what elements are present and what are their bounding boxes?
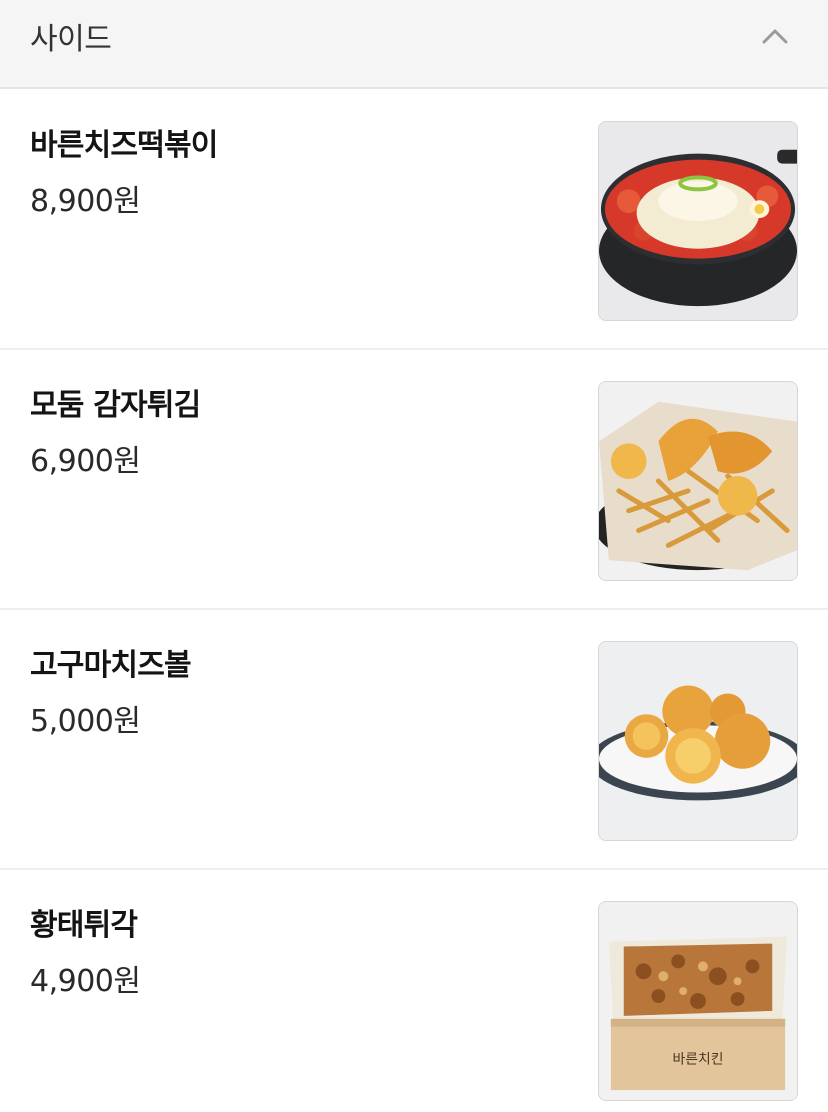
- section-title: 사이드: [30, 22, 112, 57]
- item-image[interactable]: [598, 121, 798, 321]
- cheese-tteokbokki-photo-icon: [599, 122, 797, 320]
- item-name: 황태튀각: [30, 908, 138, 943]
- item-image[interactable]: [598, 641, 798, 841]
- chevron-up-icon[interactable]: [762, 28, 788, 44]
- menu-item-sweet-potato-cheese-ball[interactable]: 고구마치즈볼 5,000원: [0, 610, 828, 870]
- item-image[interactable]: 바른치킨: [598, 901, 798, 1101]
- item-name: 고구마치즈볼: [30, 648, 192, 683]
- item-name: 바른치즈떡볶이: [30, 128, 218, 163]
- menu-item-cheese-tteokbokki[interactable]: 바른치즈떡볶이 8,900원: [0, 90, 828, 350]
- menu-item-assorted-fries[interactable]: 모둠 감자튀김 6,900원: [0, 350, 828, 610]
- box-label: 바른치킨: [672, 1051, 723, 1067]
- item-price: 6,900원: [30, 444, 141, 479]
- assorted-fries-photo-icon: [599, 382, 797, 580]
- section-header[interactable]: 사이드: [0, 0, 828, 89]
- sweet-potato-cheese-ball-photo-icon: [599, 642, 797, 840]
- item-price: 5,000원: [30, 704, 141, 739]
- item-name: 모둠 감자튀김: [30, 388, 201, 423]
- item-price: 4,900원: [30, 964, 141, 999]
- menu-item-pollack-chips[interactable]: 황태튀각 4,900원 바른치킨: [0, 870, 828, 1112]
- item-price: 8,900원: [30, 184, 141, 219]
- pollack-chips-photo-icon: 바른치킨: [599, 902, 797, 1100]
- item-image[interactable]: [598, 381, 798, 581]
